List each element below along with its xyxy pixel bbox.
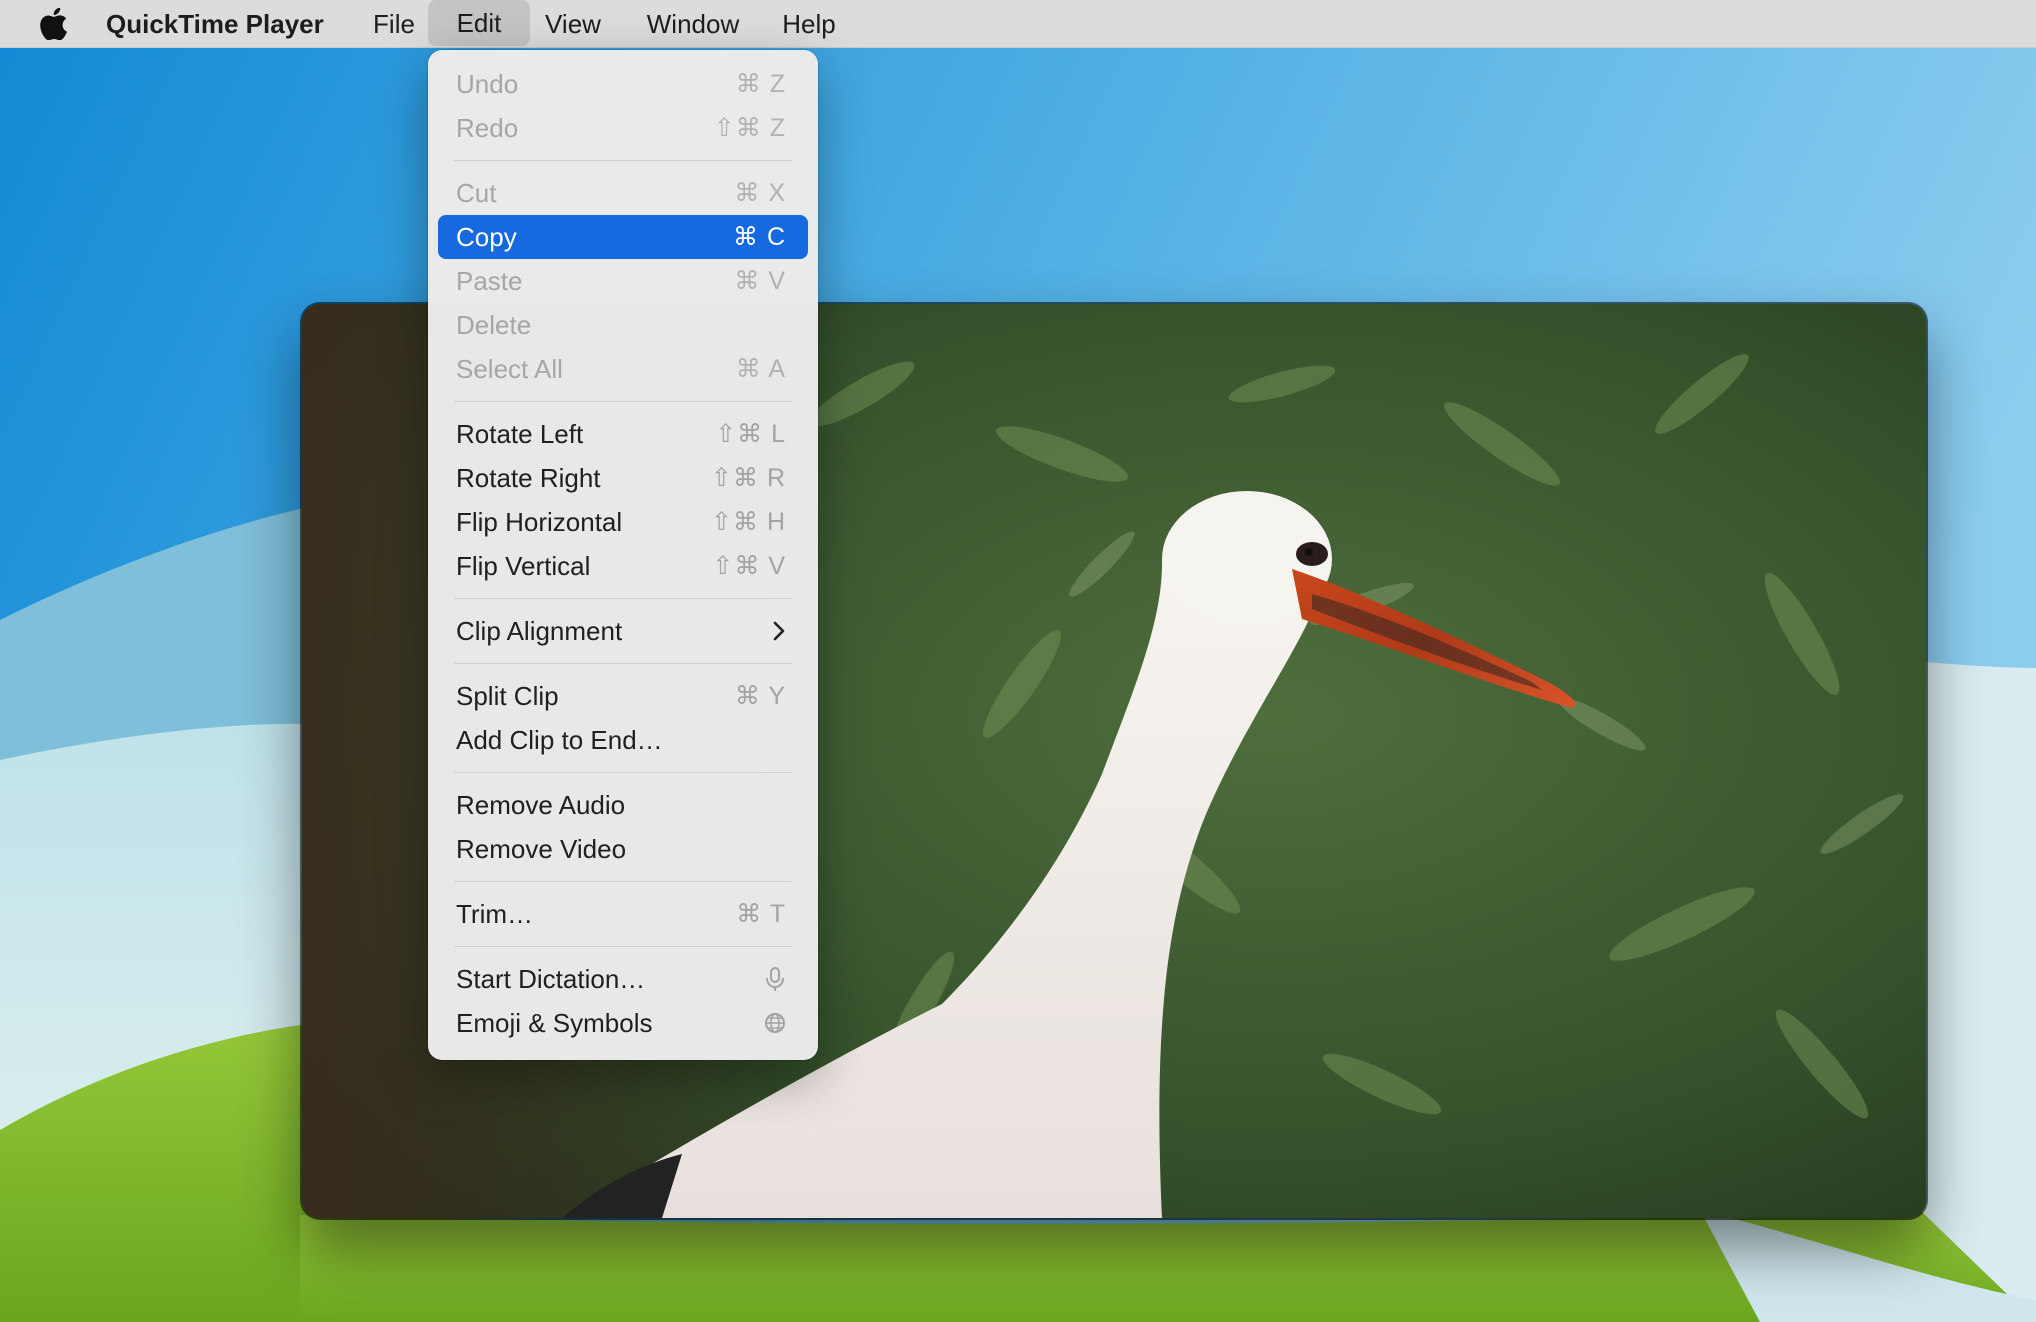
menu-item-shortcut: ⌘ X [734, 179, 786, 207]
menu-item-shortcut: ⇧⌘ H [711, 508, 786, 536]
menu-view[interactable]: View [530, 0, 616, 48]
menu-item-label: Copy [456, 221, 517, 252]
menu-item-label: Remove Video [456, 833, 627, 864]
menu-item-shortcut: ⌘ Y [734, 682, 786, 710]
menu-item-add-clip-to-end[interactable]: Add Clip to End… [438, 718, 808, 762]
menu-item-label: Paste [456, 265, 523, 296]
menu-item-shortcut: ⇧⌘ R [711, 464, 786, 492]
menu-item-label: Emoji & Symbols [456, 1007, 653, 1038]
menu-item-remove-video[interactable]: Remove Video [438, 827, 808, 871]
menu-item-label: Delete [456, 309, 532, 340]
menu-item-shortcut: ⇧⌘ L [715, 420, 786, 448]
menu-bar: QuickTime Player File Edit View Window H… [0, 0, 2036, 48]
menu-separator [454, 598, 792, 599]
chevron-right-icon [773, 621, 785, 641]
menu-item-shortcut: ⌘ C [733, 223, 786, 251]
menu-item-rotate-right[interactable]: Rotate Right ⇧⌘ R [438, 456, 808, 500]
menu-app-name[interactable]: QuickTime Player [106, 0, 324, 48]
menu-item-delete[interactable]: Delete [438, 303, 808, 347]
menu-item-label: Select All [456, 353, 563, 384]
menu-item-label: Remove Audio [456, 789, 626, 820]
menu-item-label: Undo [456, 68, 519, 99]
menu-item-label: Clip Alignment [456, 615, 623, 646]
menu-item-split-clip[interactable]: Split Clip ⌘ Y [438, 674, 808, 718]
menu-item-label: Rotate Right [456, 462, 601, 493]
menu-item-label: Flip Vertical [456, 550, 591, 581]
menu-item-remove-audio[interactable]: Remove Audio [438, 783, 808, 827]
menu-separator [454, 160, 792, 161]
menu-item-shortcut: ⌘ A [735, 355, 786, 383]
menu-item-emoji-symbols[interactable]: Emoji & Symbols [438, 1001, 808, 1045]
edit-menu-dropdown: Undo ⌘ Z Redo ⇧⌘ Z Cut ⌘ X Copy ⌘ C Past… [428, 50, 818, 1060]
menu-separator [454, 946, 792, 947]
menu-item-start-dictation[interactable]: Start Dictation… [438, 957, 808, 1001]
menu-item-label: Start Dictation… [456, 963, 646, 994]
menu-item-redo[interactable]: Redo ⇧⌘ Z [438, 106, 808, 150]
menu-item-clip-alignment[interactable]: Clip Alignment [438, 609, 808, 653]
menu-item-rotate-left[interactable]: Rotate Left ⇧⌘ L [438, 412, 808, 456]
menu-item-trim[interactable]: Trim… ⌘ T [438, 892, 808, 936]
menu-item-flip-vertical[interactable]: Flip Vertical ⇧⌘ V [438, 544, 808, 588]
menu-item-flip-horizontal[interactable]: Flip Horizontal ⇧⌘ H [438, 500, 808, 544]
menu-separator [454, 663, 792, 664]
menu-item-select-all[interactable]: Select All ⌘ A [438, 347, 808, 391]
microphone-icon [766, 967, 784, 991]
globe-icon [765, 1013, 785, 1033]
menu-item-label: Add Clip to End… [456, 724, 663, 755]
menu-item-label: Flip Horizontal [456, 506, 623, 537]
menu-item-shortcut: ⌘ Z [735, 70, 786, 98]
menu-item-label: Redo [456, 112, 519, 143]
menu-separator [454, 881, 792, 882]
menu-item-shortcut: ⌘ T [736, 900, 786, 928]
menu-item-label: Trim… [456, 898, 534, 929]
menu-item-shortcut: ⇧⌘ V [712, 552, 786, 580]
menu-item-paste[interactable]: Paste ⌘ V [438, 259, 808, 303]
menu-help[interactable]: Help [770, 0, 848, 48]
menu-item-cut[interactable]: Cut ⌘ X [438, 171, 808, 215]
menu-edit[interactable]: Edit [428, 0, 530, 46]
apple-logo-icon[interactable] [38, 8, 68, 40]
menu-separator [454, 401, 792, 402]
menu-item-shortcut: ⌘ V [734, 267, 786, 295]
menu-item-label: Rotate Left [456, 418, 584, 449]
menu-item-label: Split Clip [456, 680, 559, 711]
menu-separator [454, 772, 792, 773]
menu-item-shortcut: ⇧⌘ Z [713, 114, 786, 142]
menu-item-undo[interactable]: Undo ⌘ Z [438, 62, 808, 106]
menu-item-copy[interactable]: Copy ⌘ C [438, 215, 808, 259]
menu-file[interactable]: File [358, 0, 430, 48]
menu-item-label: Cut [456, 177, 497, 208]
menu-window[interactable]: Window [628, 0, 758, 48]
